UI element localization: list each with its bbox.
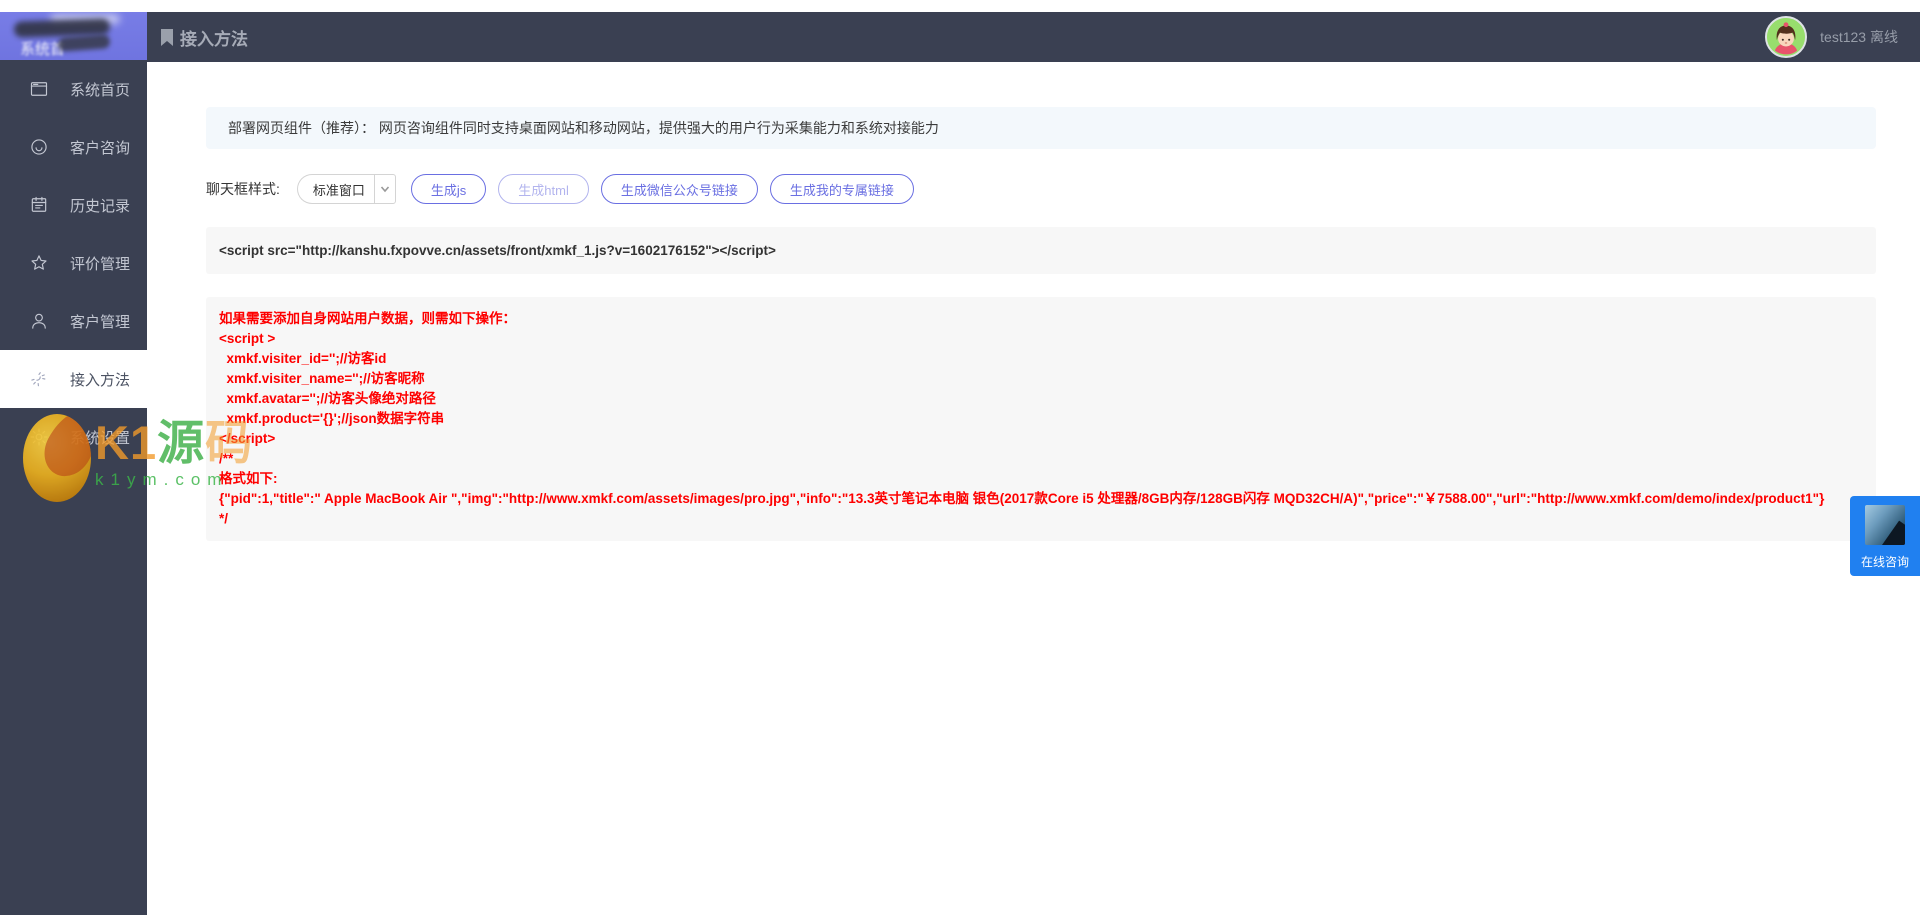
- sidebar-item-access-method[interactable]: 接入方法: [0, 350, 147, 408]
- header-user-area: test123 离线: [1765, 16, 1898, 58]
- star-icon: [29, 253, 49, 273]
- sidebar-item-settings[interactable]: 系统设置: [0, 408, 147, 466]
- generate-wechat-link-button[interactable]: 生成微信公众号链接: [600, 174, 758, 204]
- code-line: xmkf.visiter_name='';//访客昵称: [219, 371, 425, 386]
- code-line: {"pid":1,"title":" Apple MacBook Air ","…: [219, 491, 1825, 506]
- sidebar-item-reviews[interactable]: 评价管理: [0, 234, 147, 292]
- consult-thumbnail-image: [1865, 505, 1905, 545]
- generate-html-button[interactable]: 生成html: [498, 174, 589, 204]
- app-container: 系统首 系统首页 客户咨询 历史记录 评价管理 客户管理 接入方法 系统设置 接…: [0, 12, 1920, 915]
- embed-code-box: <script src="http://kanshu.fxpovve.cn/as…: [206, 227, 1876, 274]
- chat-style-select[interactable]: 标准窗口: [296, 174, 396, 204]
- gear-icon: [29, 427, 49, 447]
- page-title-text: 接入方法: [180, 29, 248, 49]
- sidebar-item-consult[interactable]: 客户咨询: [0, 118, 147, 176]
- chat-style-selected-value: 标准窗口: [296, 174, 374, 204]
- connect-icon: [29, 369, 49, 389]
- generate-exclusive-link-button[interactable]: 生成我的专属链接: [769, 174, 914, 204]
- sidebar-item-label: 客户咨询: [70, 139, 131, 157]
- online-consult-widget[interactable]: 在线咨询: [1850, 496, 1920, 576]
- deploy-notice: 部署网页组件（推荐）： 网页咨询组件同时支持桌面网站和移动网站，提供强大的用户行…: [206, 107, 1876, 149]
- user-status[interactable]: test123 离线: [1820, 27, 1898, 47]
- bookmark-icon: [160, 28, 174, 46]
- chevron-down-icon: [373, 174, 396, 204]
- sidebar-item-label: 接入方法: [70, 371, 131, 389]
- sidebar-item-label: 客户管理: [70, 313, 131, 331]
- sidebar-item-home[interactable]: 系统首页: [0, 60, 147, 118]
- code-line: </script>: [219, 431, 276, 446]
- sidebar-item-label: 系统首页: [70, 81, 131, 99]
- sidebar-item-label: 历史记录: [70, 197, 131, 215]
- sidebar-item-label: 评价管理: [70, 255, 131, 273]
- avatar[interactable]: [1765, 16, 1808, 58]
- sidebar-item-customers[interactable]: 客户管理: [0, 292, 147, 350]
- code-line: <script >: [219, 331, 276, 346]
- page: { "colors": { "sidebar_bg": "#3a4052", "…: [0, 0, 1920, 915]
- notebook-icon: [29, 195, 49, 215]
- code-line: 格式如下:: [219, 471, 278, 486]
- page-title: 接入方法: [160, 25, 248, 50]
- code-line: */: [219, 511, 229, 526]
- consult-label: 在线咨询: [1860, 555, 1909, 569]
- person-icon: [29, 311, 49, 331]
- code-line: /**: [219, 451, 234, 466]
- sidebar: 系统首 系统首页 客户咨询 历史记录 评价管理 客户管理 接入方法 系统设置: [0, 12, 147, 915]
- main-content: 部署网页组件（推荐）： 网页咨询组件同时支持桌面网站和移动网站，提供强大的用户行…: [147, 62, 1920, 915]
- code-line: 如果需要添加自身网站用户数据，则需如下操作：: [219, 311, 516, 326]
- code-line: xmkf.product='{}';//json数据字符串: [219, 411, 445, 426]
- chat-style-label: 聊天框样式:: [206, 181, 280, 197]
- logo-area: 系统首: [0, 12, 147, 60]
- top-strip: [0, 0, 1920, 12]
- code-line: xmkf.visiter_id='';//访客id: [219, 351, 387, 366]
- sidebar-menu: 系统首页 客户咨询 历史记录 评价管理 客户管理 接入方法 系统设置: [0, 60, 147, 466]
- generate-js-button[interactable]: 生成js: [410, 174, 487, 204]
- window-icon: [29, 79, 49, 99]
- chat-style-row: 聊天框样式: 标准窗口 生成js 生成html 生成微信公众号链接 生成我的专属…: [206, 174, 1876, 204]
- code-line: xmkf.avatar='';//访客头像绝对路径: [219, 391, 436, 406]
- instructions-code-box: 如果需要添加自身网站用户数据，则需如下操作： <script > xmkf.vi…: [206, 297, 1876, 541]
- right-pane: 接入方法 test123 离线 部署网页组件（推荐）： 网页咨询组件同时支持桌面…: [147, 12, 1920, 915]
- sidebar-item-label: 系统设置: [70, 429, 131, 447]
- smiley-icon: [29, 137, 49, 157]
- sidebar-item-history[interactable]: 历史记录: [0, 176, 147, 234]
- header-bar: 接入方法 test123 离线: [147, 12, 1920, 62]
- logo-censor-smudge2: [57, 34, 111, 52]
